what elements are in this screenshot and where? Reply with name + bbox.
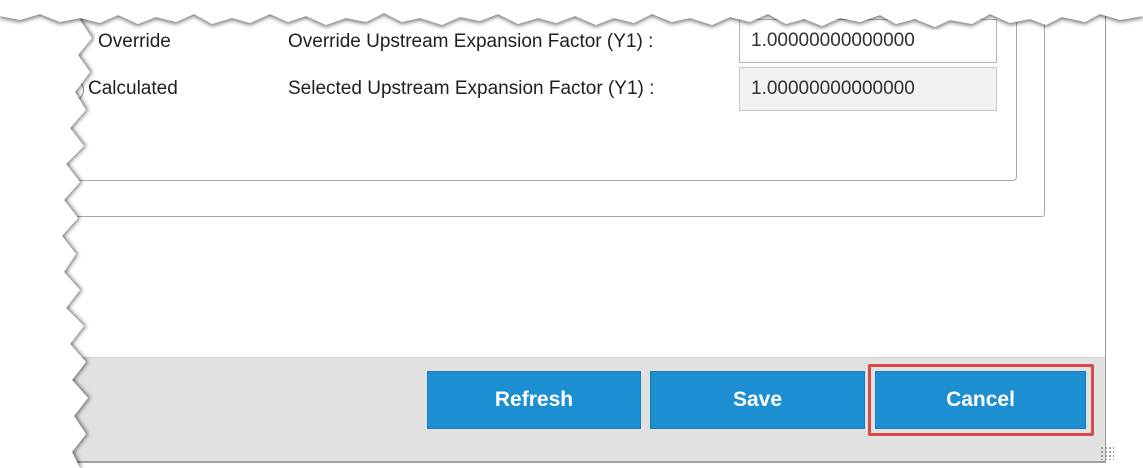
save-button[interactable]: Save — [650, 371, 865, 429]
torn-top-edge — [0, 0, 1143, 27]
override-radio-label[interactable]: Override — [98, 31, 171, 53]
override-factor-label: Override Upstream Expansion Factor (Y1) … — [288, 31, 654, 52]
calculated-row: Calculated Selected Upstream Expansion F… — [0, 67, 1000, 118]
resize-grip-icon[interactable] — [1100, 446, 1114, 460]
selected-factor-label: Selected Upstream Expansion Factor (Y1) … — [288, 78, 655, 99]
cancel-highlight-box — [868, 364, 1094, 436]
calculated-radio-label[interactable]: Calculated — [88, 78, 178, 100]
refresh-button[interactable]: Refresh — [427, 371, 641, 429]
torn-left-edge — [0, 0, 92, 468]
selected-factor-field: 1.00000000000000 — [739, 67, 997, 111]
dialog-bottom-border — [60, 461, 1106, 463]
